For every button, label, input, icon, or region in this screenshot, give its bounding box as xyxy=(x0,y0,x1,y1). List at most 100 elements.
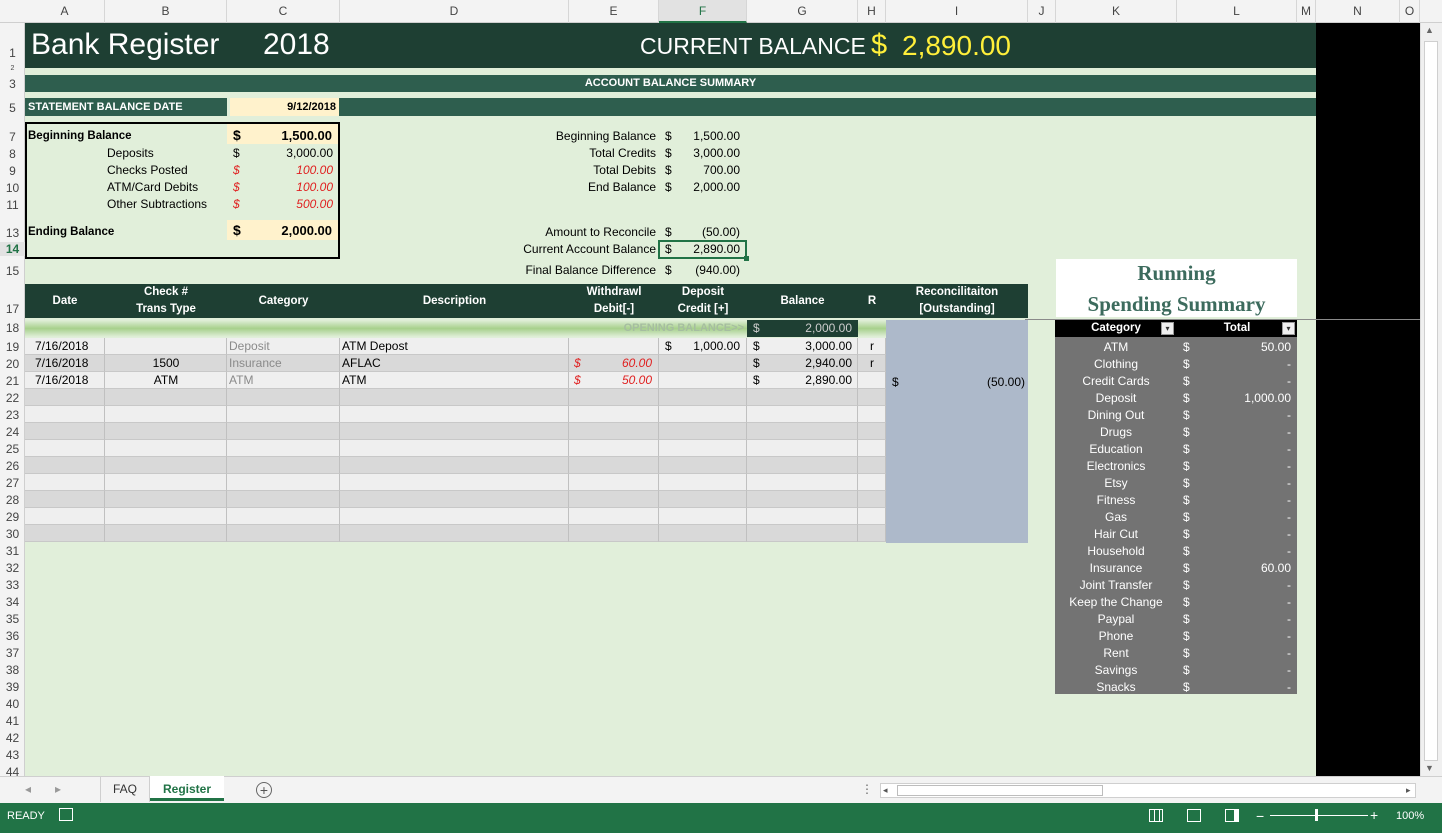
column-header-A[interactable]: A xyxy=(25,0,105,23)
register-cell[interactable] xyxy=(569,389,659,406)
register-cell[interactable] xyxy=(858,508,886,525)
register-cell[interactable] xyxy=(569,440,659,457)
col-description-header[interactable]: Description xyxy=(340,284,569,318)
row-header-2[interactable]: 2 xyxy=(0,62,25,76)
vertical-scrollbar[interactable]: ▲ ▼ xyxy=(1420,23,1442,776)
row-header-35[interactable]: 35 xyxy=(0,612,25,626)
row-header-31[interactable]: 31 xyxy=(0,544,25,558)
row-header-29[interactable]: 29 xyxy=(0,510,25,524)
filter-sort-icon[interactable]: ▾ xyxy=(1161,322,1174,335)
register-cell[interactable] xyxy=(105,389,227,406)
macro-record-icon[interactable] xyxy=(59,808,73,821)
register-cell[interactable] xyxy=(25,525,105,542)
register-cell[interactable] xyxy=(105,457,227,474)
register-cell[interactable] xyxy=(227,406,340,423)
row-header-24[interactable]: 24 xyxy=(0,425,25,439)
scroll-thumb[interactable] xyxy=(1424,41,1438,761)
tab-faq[interactable]: FAQ xyxy=(100,776,150,802)
column-header-E[interactable]: E xyxy=(569,0,659,23)
register-cell[interactable] xyxy=(25,474,105,491)
register-cell[interactable] xyxy=(858,474,886,491)
register-cell[interactable] xyxy=(105,491,227,508)
row-header-32[interactable]: 32 xyxy=(0,561,25,575)
spending-col-total[interactable]: Total xyxy=(1177,320,1297,337)
register-cell[interactable] xyxy=(25,508,105,525)
row-header-42[interactable]: 42 xyxy=(0,731,25,745)
register-cell[interactable] xyxy=(340,491,569,508)
spending-col-category[interactable]: Category xyxy=(1055,320,1177,337)
row-header-43[interactable]: 43 xyxy=(0,748,25,762)
row-header-13[interactable]: 13 xyxy=(0,226,25,240)
register-cell[interactable] xyxy=(659,406,747,423)
row-header-26[interactable]: 26 xyxy=(0,459,25,473)
register-cell[interactable] xyxy=(340,440,569,457)
zoom-in-icon[interactable]: + xyxy=(1370,807,1378,823)
column-header-D[interactable]: D xyxy=(340,0,569,23)
register-cell[interactable] xyxy=(340,508,569,525)
column-header-C[interactable]: C xyxy=(227,0,340,23)
col-reconciliation-header[interactable]: Reconcilitaiton [Outstanding] xyxy=(886,284,1028,318)
row-header-37[interactable]: 37 xyxy=(0,646,25,660)
register-cell[interactable] xyxy=(659,525,747,542)
fill-handle[interactable] xyxy=(744,256,749,261)
register-cell[interactable] xyxy=(25,440,105,457)
register-cell[interactable] xyxy=(227,389,340,406)
register-cell[interactable] xyxy=(858,491,886,508)
more-options-icon[interactable]: ⋮ xyxy=(861,776,873,802)
register-cell[interactable] xyxy=(340,372,569,389)
col-check-header[interactable]: Check # Trans Type xyxy=(105,284,227,318)
horizontal-scrollbar[interactable]: ◂ ▸ xyxy=(880,783,1416,798)
register-cell[interactable] xyxy=(659,423,747,440)
row-header-10[interactable]: 10 xyxy=(0,181,25,195)
register-cell[interactable] xyxy=(25,457,105,474)
col-date-header[interactable]: Date xyxy=(25,284,105,318)
column-header-B[interactable]: B xyxy=(105,0,227,23)
register-cell[interactable] xyxy=(340,406,569,423)
register-cell[interactable] xyxy=(659,389,747,406)
row-header-20[interactable]: 20 xyxy=(0,357,25,371)
hscroll-thumb[interactable] xyxy=(897,785,1103,796)
row-header-14[interactable]: 14 xyxy=(0,242,25,256)
hscroll-right-icon[interactable]: ▸ xyxy=(1406,784,1411,797)
column-header-O[interactable]: O xyxy=(1400,0,1420,23)
page-break-icon[interactable] xyxy=(1225,809,1239,822)
register-cell[interactable] xyxy=(25,389,105,406)
register-cell[interactable] xyxy=(227,491,340,508)
row-header-36[interactable]: 36 xyxy=(0,629,25,643)
register-cell[interactable] xyxy=(340,457,569,474)
register-cell[interactable] xyxy=(659,474,747,491)
register-cell[interactable] xyxy=(858,423,886,440)
row-header-34[interactable]: 34 xyxy=(0,595,25,609)
register-cell[interactable] xyxy=(340,423,569,440)
zoom-out-icon[interactable]: − xyxy=(1256,808,1264,824)
register-cell[interactable] xyxy=(105,406,227,423)
row-header-28[interactable]: 28 xyxy=(0,493,25,507)
register-cell[interactable] xyxy=(25,491,105,508)
column-header-J[interactable]: J xyxy=(1028,0,1056,23)
row-header-7[interactable]: 7 xyxy=(0,130,25,144)
row-header-23[interactable]: 23 xyxy=(0,408,25,422)
row-header-22[interactable]: 22 xyxy=(0,391,25,405)
row-header-39[interactable]: 39 xyxy=(0,680,25,694)
register-cell[interactable] xyxy=(227,508,340,525)
register-cell[interactable] xyxy=(659,508,747,525)
register-cell[interactable] xyxy=(25,406,105,423)
zoom-slider-handle[interactable] xyxy=(1315,809,1318,821)
register-cell[interactable] xyxy=(227,423,340,440)
zoom-level[interactable]: 100% xyxy=(1396,810,1424,822)
tab-register[interactable]: Register xyxy=(150,776,224,801)
row-header-25[interactable]: 25 xyxy=(0,442,25,456)
column-header-N[interactable]: N xyxy=(1316,0,1400,23)
normal-view-icon[interactable] xyxy=(1149,809,1163,822)
row-header-40[interactable]: 40 xyxy=(0,697,25,711)
row-header-38[interactable]: 38 xyxy=(0,663,25,677)
register-cell[interactable] xyxy=(747,440,858,457)
register-cell[interactable] xyxy=(569,474,659,491)
register-cell[interactable] xyxy=(569,525,659,542)
register-cell[interactable] xyxy=(858,440,886,457)
row-header-3[interactable]: 3 xyxy=(0,77,25,91)
register-cell[interactable] xyxy=(340,525,569,542)
register-cell[interactable] xyxy=(105,508,227,525)
register-cell[interactable] xyxy=(227,474,340,491)
row-header-1[interactable]: 1 xyxy=(0,46,25,60)
